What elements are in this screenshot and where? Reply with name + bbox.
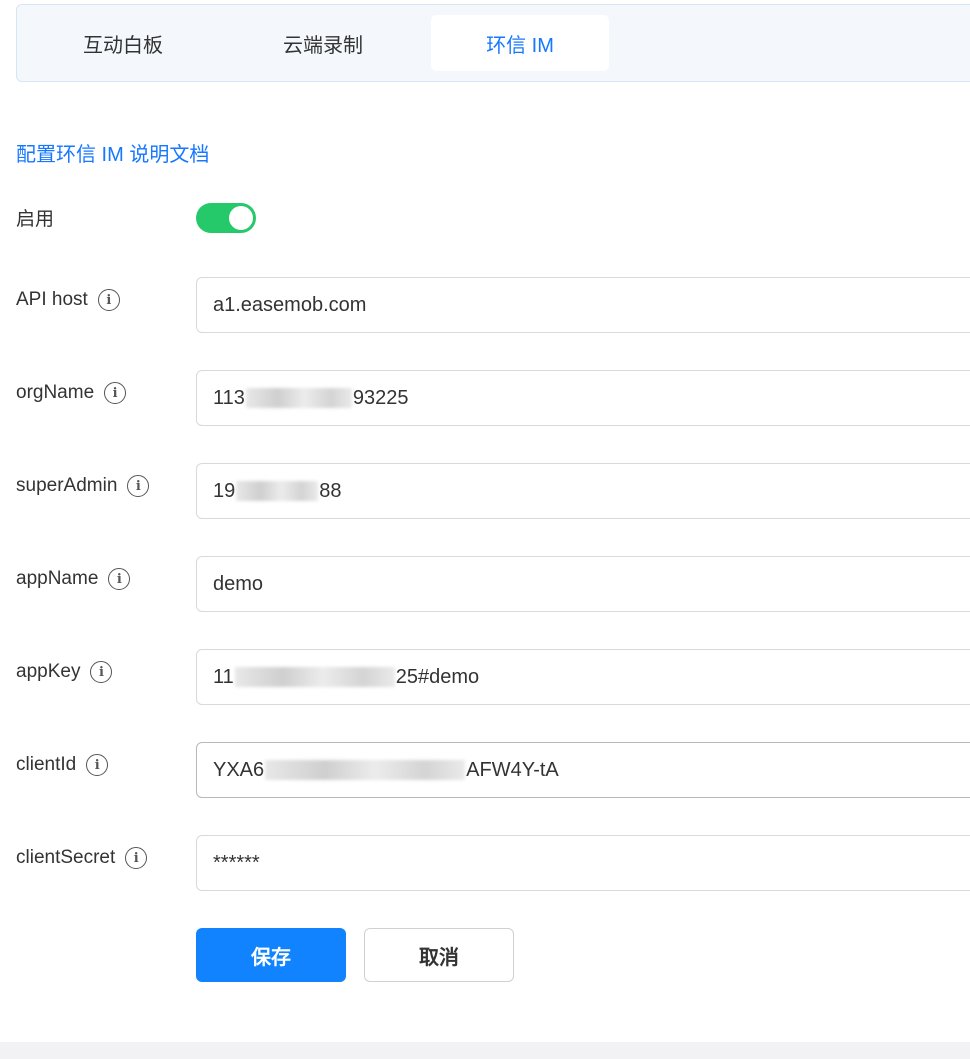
save-button[interactable]: 保存 — [196, 928, 346, 982]
redacted-mask — [265, 760, 466, 780]
info-icon[interactable]: i — [90, 661, 113, 683]
org-name-value-start: 113 — [213, 386, 245, 409]
info-icon[interactable]: i — [127, 475, 150, 497]
super-admin-value-end: 88 — [319, 479, 342, 502]
client-id-value-start: YXA6 — [213, 758, 265, 781]
app-key-label-text: appKey — [16, 661, 81, 682]
client-id-value-end: AFW4Y-tA — [466, 758, 559, 781]
app-name-input[interactable]: demo — [196, 556, 970, 612]
app-name-label-text: appName — [16, 568, 99, 589]
super-admin-label: superAdmin i — [16, 475, 150, 497]
footer-bar — [0, 1042, 970, 1059]
info-icon[interactable]: i — [97, 289, 120, 311]
enable-label: 启用 — [16, 204, 54, 231]
app-key-input[interactable]: 11 25#demo — [196, 649, 970, 705]
client-id-label: clientId i — [16, 754, 109, 776]
org-name-value-end: 93225 — [352, 386, 409, 409]
super-admin-value-start: 19 — [213, 479, 236, 502]
toggle-knob — [229, 206, 253, 230]
app-key-value-start: 11 — [213, 665, 234, 688]
org-name-label-text: orgName — [16, 382, 95, 403]
org-name-input[interactable]: 113 93225 — [196, 370, 970, 426]
im-config-doc-link[interactable]: 配置环信 IM 说明文档 — [16, 138, 209, 167]
enable-toggle[interactable] — [196, 203, 256, 233]
client-id-input[interactable]: YXA6 AFW4Y-tA — [196, 742, 970, 798]
client-secret-label-text: clientSecret — [16, 847, 116, 868]
api-host-value: a1.easemob.com — [213, 293, 367, 316]
app-key-label: appKey i — [16, 661, 113, 683]
client-secret-label: clientSecret i — [16, 847, 148, 869]
tab-whiteboard[interactable]: 互动白板 — [43, 15, 203, 71]
api-host-label-text: API host — [16, 289, 88, 310]
org-name-label: orgName i — [16, 382, 127, 404]
redacted-mask — [245, 388, 352, 408]
redacted-mask — [236, 481, 319, 501]
info-icon[interactable]: i — [86, 754, 109, 776]
tab-easemob-im[interactable]: 环信 IM — [431, 15, 609, 71]
client-id-label-text: clientId — [16, 754, 77, 775]
api-host-input[interactable]: a1.easemob.com — [196, 277, 970, 333]
enable-label-text: 启用 — [16, 209, 55, 230]
info-icon[interactable]: i — [125, 847, 148, 869]
tab-bar: 互动白板 云端录制 环信 IM — [16, 4, 970, 82]
client-secret-input[interactable]: ****** — [196, 835, 970, 891]
app-key-value-end: 25#demo — [395, 665, 480, 688]
redacted-mask — [234, 667, 395, 687]
cancel-button[interactable]: 取消 — [364, 928, 514, 982]
api-host-label: API host i — [16, 289, 120, 311]
client-secret-value: ****** — [213, 851, 260, 874]
info-icon[interactable]: i — [104, 382, 127, 404]
tab-cloud-recording[interactable]: 云端录制 — [243, 15, 403, 71]
app-name-value: demo — [213, 572, 264, 595]
super-admin-input[interactable]: 19 88 — [196, 463, 970, 519]
im-settings-page: 互动白板 云端录制 环信 IM 配置环信 IM 说明文档 启用 API host… — [0, 0, 970, 1059]
info-icon[interactable]: i — [108, 568, 131, 590]
app-name-label: appName i — [16, 568, 131, 590]
super-admin-label-text: superAdmin — [16, 475, 118, 496]
